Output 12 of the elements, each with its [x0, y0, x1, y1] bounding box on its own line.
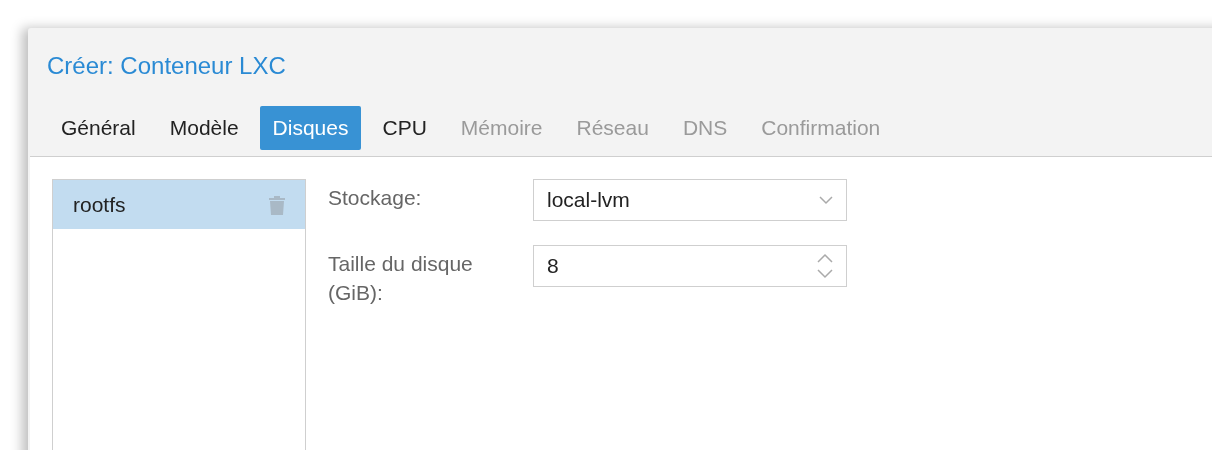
tab[interactable]: Général	[48, 106, 149, 150]
tab[interactable]: CPU	[369, 106, 440, 150]
storage-dropdown[interactable]: local-lvm	[533, 179, 847, 221]
field-label: Taille du disque (GiB):	[328, 251, 474, 306]
field-label: Stockage:	[328, 185, 423, 211]
disk-size-field[interactable]: 8	[533, 245, 847, 287]
tab[interactable]: Modèle	[156, 106, 252, 150]
disk-list-item[interactable]: rootfs	[53, 180, 305, 229]
spinner-arrows-icon[interactable]	[816, 252, 834, 280]
window-title: Créer: Conteneur LXC	[47, 52, 286, 79]
trash-icon[interactable]	[269, 194, 285, 215]
dropdown-caret-icon[interactable]	[818, 195, 834, 205]
